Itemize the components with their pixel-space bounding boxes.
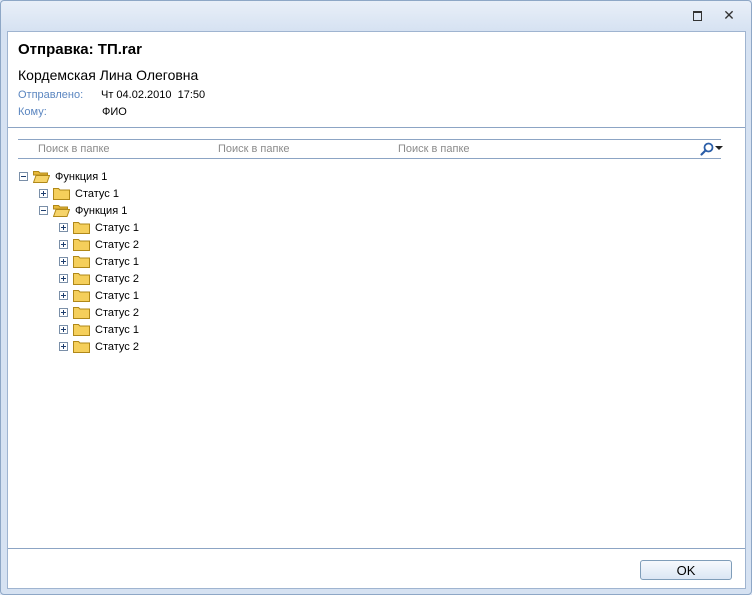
expand-icon[interactable] — [59, 291, 68, 300]
collapse-icon[interactable] — [39, 206, 48, 215]
folder-search-bar: Поиск в папке Поиск в папке Поиск в папк… — [18, 139, 723, 159]
tree-node-label: Функция 1 — [55, 170, 108, 183]
open-folder-icon — [33, 171, 50, 183]
expand-icon[interactable] — [59, 325, 68, 334]
to-label: Кому: — [18, 106, 47, 118]
close-icon: ✕ — [723, 8, 735, 24]
tree-node-function[interactable]: Функция 1 — [39, 202, 127, 219]
tree-node-child[interactable]: Статус 1 — [59, 287, 139, 304]
folder-icon — [73, 256, 90, 268]
tree-node-label: Статус 1 — [95, 323, 139, 336]
expand-icon[interactable] — [39, 189, 48, 198]
tree-node-label: Статус 2 — [95, 306, 139, 319]
message-title: Отправка: ТП.rar — [18, 41, 142, 58]
tree-node-label: Статус 2 — [95, 340, 139, 353]
tree-node-label: Статус 2 — [95, 272, 139, 285]
to-value: ФИО — [102, 106, 127, 118]
sender-name: Кордемская Лина Олеговна — [18, 67, 199, 83]
tree-node-label: Статус 1 — [75, 187, 119, 200]
tree-node-child[interactable]: Статус 1 — [59, 253, 139, 270]
tree-node-label: Статус 2 — [95, 238, 139, 251]
title-bar: ✕ — [1, 1, 751, 31]
tree-node-label: Статус 1 — [95, 221, 139, 234]
open-folder-icon — [53, 205, 70, 217]
expand-icon[interactable] — [59, 274, 68, 283]
ok-button[interactable]: OK — [640, 560, 732, 580]
tree-node-label: Функция 1 — [75, 204, 128, 217]
search-input[interactable]: Поиск в папке — [38, 143, 110, 155]
sent-label: Отправлено: — [18, 89, 84, 101]
expand-icon[interactable] — [59, 223, 68, 232]
tree-node-child[interactable]: Статус 1 — [59, 219, 139, 236]
footer-divider — [8, 548, 745, 549]
collapse-icon[interactable] — [19, 172, 28, 181]
close-button[interactable]: ✕ — [720, 7, 738, 25]
folder-icon — [53, 188, 70, 200]
folder-icon — [73, 239, 90, 251]
folder-icon — [73, 290, 90, 302]
sent-value: Чт 04.02.2010 17:50 — [101, 89, 206, 101]
dialog-window: ✕ Отправка: ТП.rar Кордемская Лина Олего… — [0, 0, 752, 595]
expand-icon[interactable] — [59, 240, 68, 249]
tree-node-child[interactable]: Статус 1 — [59, 321, 139, 338]
folder-icon — [73, 324, 90, 336]
expand-icon[interactable] — [59, 257, 68, 266]
chevron-down-icon[interactable] — [715, 146, 723, 150]
message-panel: Отправка: ТП.rar Кордемская Лина Олеговн… — [7, 31, 746, 589]
search-icon[interactable] — [699, 141, 715, 157]
search-input[interactable]: Поиск в папке — [218, 143, 290, 155]
tree-node-root[interactable]: Функция 1 — [19, 168, 107, 185]
tree-node-child[interactable]: Статус 2 — [59, 236, 139, 253]
tree-node-label: Статус 1 — [95, 289, 139, 302]
folder-icon — [73, 222, 90, 234]
expand-icon[interactable] — [59, 342, 68, 351]
folder-icon — [73, 307, 90, 319]
tree-node-status[interactable]: Статус 1 — [39, 185, 119, 202]
tree-node-child[interactable]: Статус 2 — [59, 270, 139, 287]
maximize-button[interactable] — [688, 7, 706, 25]
search-input[interactable]: Поиск в папке — [398, 143, 470, 155]
tree-node-label: Статус 1 — [95, 255, 139, 268]
folder-icon — [73, 273, 90, 285]
maximize-icon — [692, 11, 702, 21]
tree-node-child[interactable]: Статус 2 — [59, 338, 139, 355]
folder-icon — [73, 341, 90, 353]
tree-node-child[interactable]: Статус 2 — [59, 304, 139, 321]
expand-icon[interactable] — [59, 308, 68, 317]
header-divider — [8, 127, 745, 128]
